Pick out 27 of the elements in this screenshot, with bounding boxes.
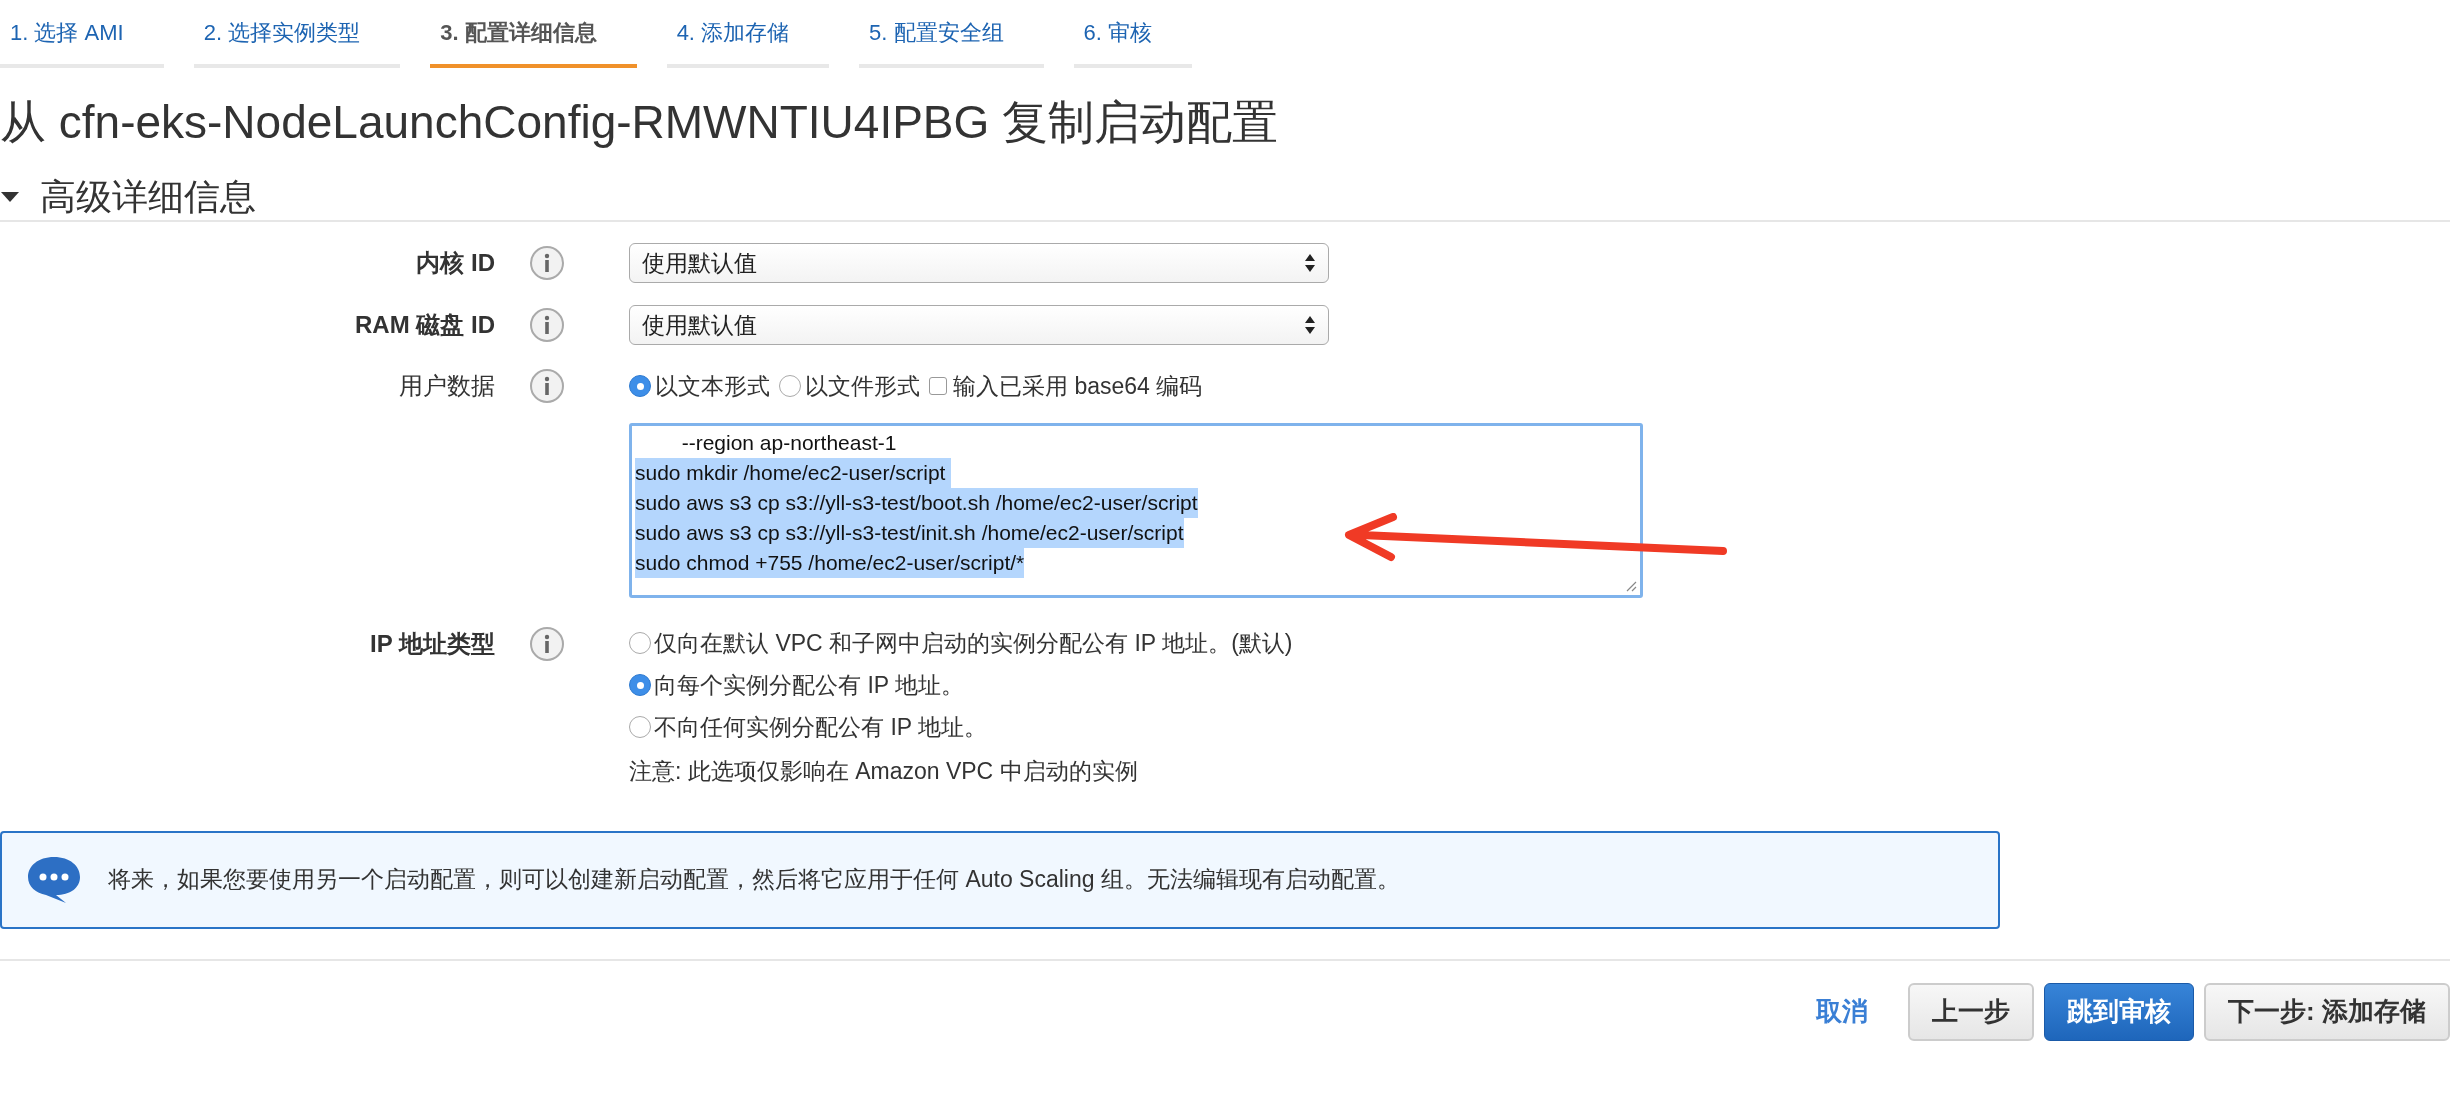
wizard-step-tab[interactable]: 3. 配置详细信息	[430, 0, 637, 68]
primary-button[interactable]: 跳到审核	[2044, 982, 2195, 1041]
code-line: --region ap-northeast-1	[680, 430, 897, 456]
wizard-step-tab[interactable]: 6. 审核	[1073, 0, 1193, 68]
radio-label: 不向任何实例分配公有 IP 地址。	[654, 712, 988, 742]
page-title: 从 cfn-eks-NodeLaunchConfig-RMWNTIU4IPBG 复制启动配置	[0, 95, 1280, 150]
radio-label: 向每个实例分配公有 IP 地址。	[654, 670, 965, 700]
select-dropdown[interactable]: 使用默认值	[629, 305, 1329, 345]
radio-label: 仅向在默认 VPC 和子网中启动的实例分配公有 IP 地址。(默认)	[654, 628, 1293, 658]
wizard-step-tab[interactable]: 5. 配置安全组	[859, 0, 1044, 68]
wizard-step-tab[interactable]: 1. 选择 AMI	[0, 0, 164, 68]
info-message: 将来，如果您要使用另一个启动配置，则可以创建新启动配置，然后将它应用于任何 Auto Scaling 组。无法编辑现有启动配置。	[108, 865, 1400, 895]
wizard-step-tab[interactable]: 2. 选择实例类型	[193, 0, 401, 68]
section-title: 高级详细信息	[40, 175, 256, 219]
secondary-button[interactable]: 下一步: 添加存储	[2204, 982, 2450, 1041]
field-label: IP 地址类型	[370, 629, 495, 659]
wizard-step-tab[interactable]: 4. 添加存储	[666, 0, 830, 68]
select-dropdown[interactable]: 使用默认值	[629, 243, 1329, 283]
field-label: 用户数据	[399, 371, 495, 401]
radio-label: 以文件形式	[805, 371, 920, 401]
cancel-link[interactable]: 取消	[1816, 992, 1869, 1031]
radio-label: 以文本形式	[655, 371, 770, 401]
secondary-button[interactable]: 上一步	[1908, 982, 2035, 1041]
field-label: 内核 ID	[416, 248, 495, 278]
checkbox-label: 输入已采用 base64 编码	[953, 371, 1203, 401]
field-label: RAM 磁盘 ID	[355, 310, 495, 340]
note-text: 注意: 此选项仅影响在 Amazon VPC 中启动的实例	[629, 757, 1139, 786]
